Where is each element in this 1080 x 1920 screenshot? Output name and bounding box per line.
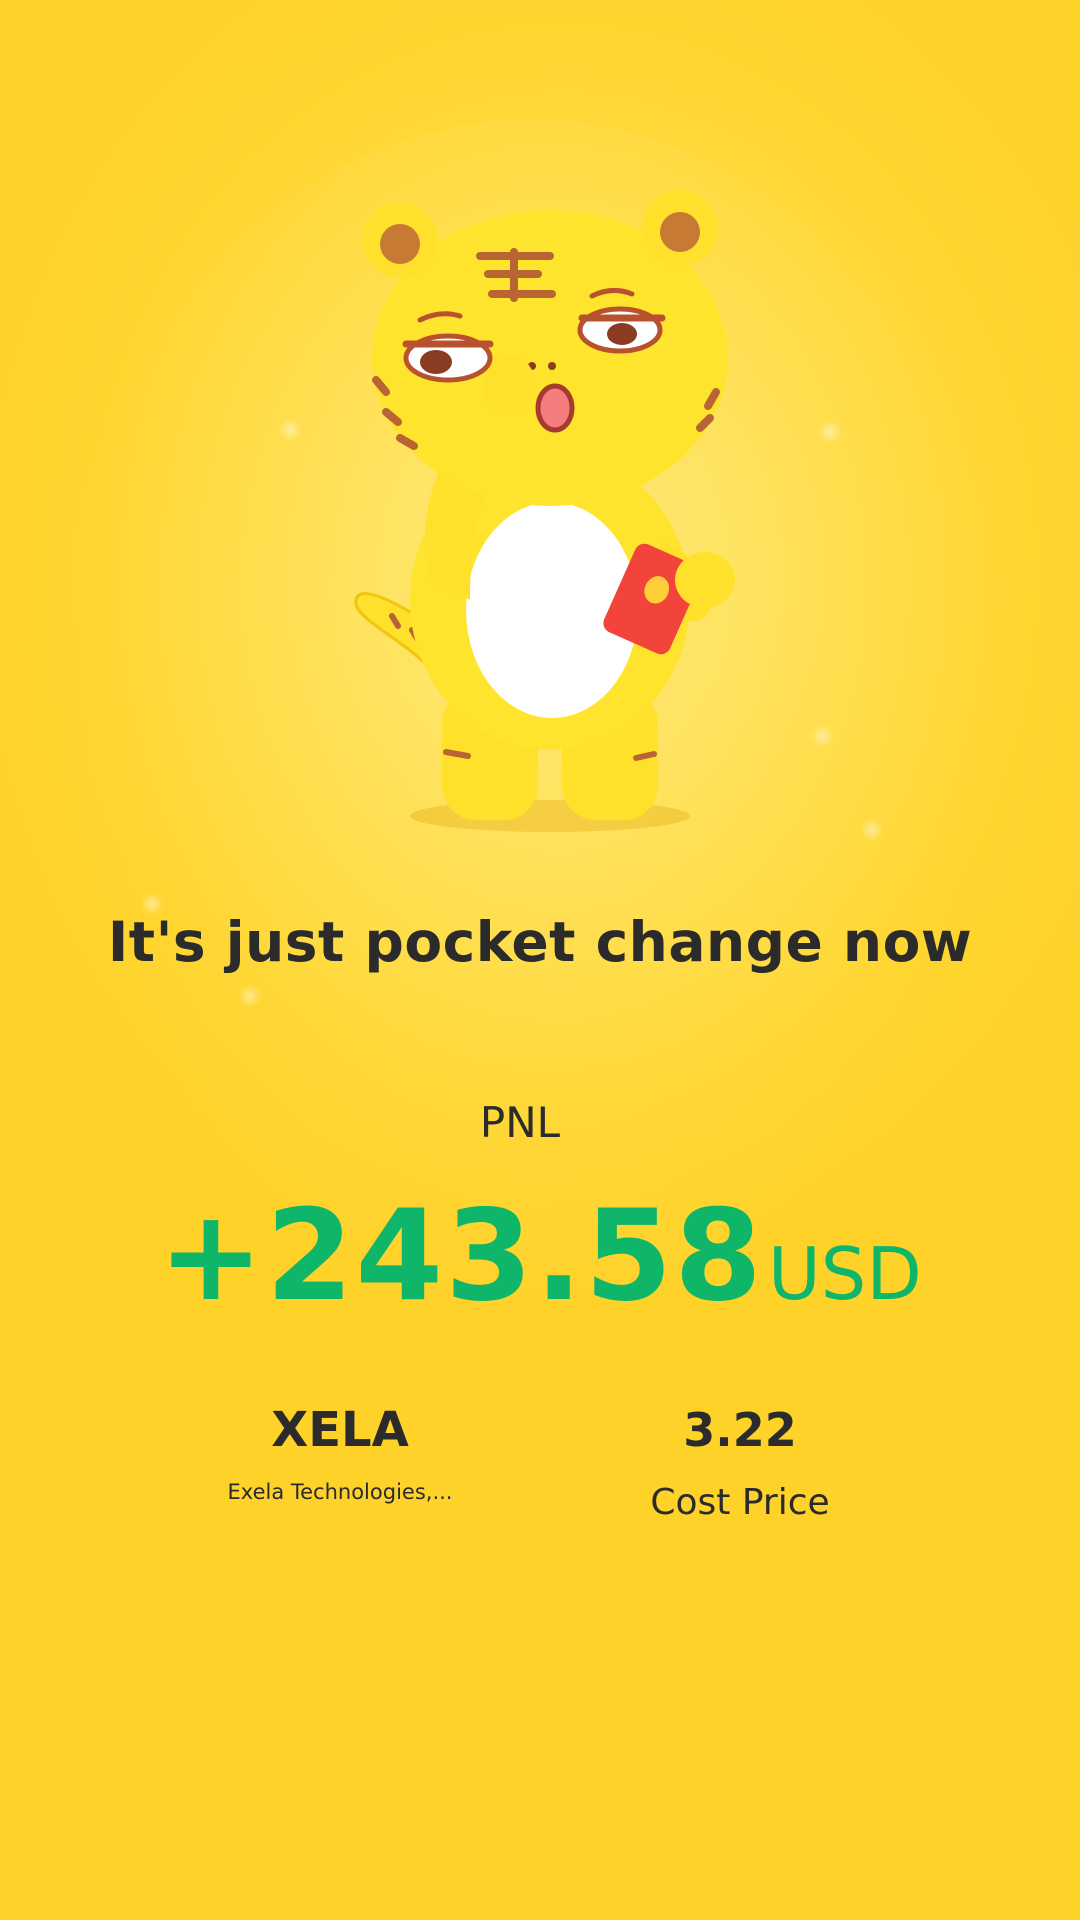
tiger-mascot-icon: [354, 190, 735, 832]
stock-ticker: XELA: [271, 1402, 409, 1458]
tiger-mouth: [535, 383, 575, 433]
cost-price-value: 3.22: [683, 1403, 797, 1457]
sparkle-decoration: [238, 984, 262, 1008]
pnl-value: +243.58USD: [0, 1182, 1080, 1329]
sparkle-decoration: [278, 418, 302, 442]
pnl-currency: USD: [767, 1232, 922, 1316]
tiger-paw: [484, 356, 536, 416]
sparkle-decoration: [818, 420, 842, 444]
headline-text: It's just pocket change now: [107, 910, 973, 974]
sparkle-decoration: [810, 724, 834, 748]
sparkle-decoration: [860, 818, 884, 842]
cost-price-label: Cost Price: [650, 1482, 830, 1523]
stock-info: XELA Exela Technologies,...: [130, 1400, 550, 1504]
cost-info: 3.22 Cost Price: [530, 1400, 950, 1523]
pnl-label: PNL: [479, 1098, 561, 1147]
pnl-amount: +243.58: [158, 1182, 764, 1329]
company-name: Exela Technologies,...: [227, 1480, 453, 1504]
